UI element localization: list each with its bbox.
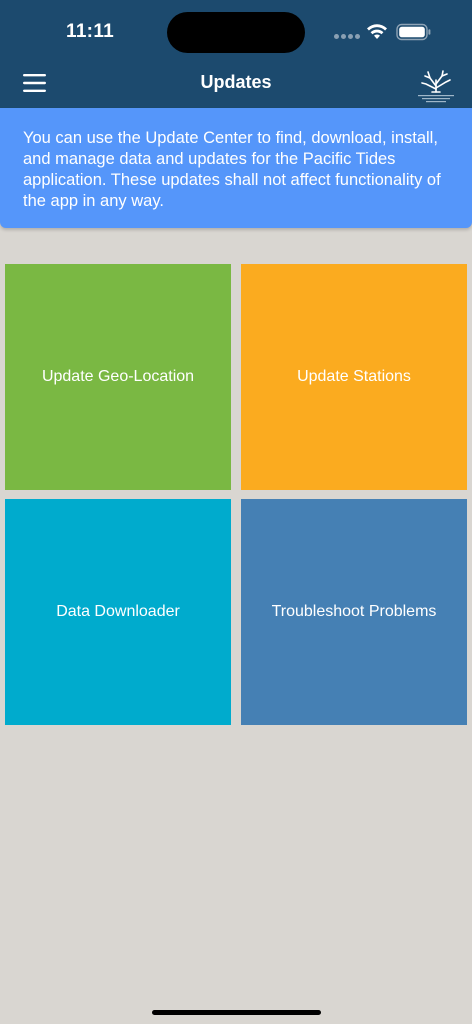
- info-banner: You can use the Update Center to find, d…: [0, 108, 472, 228]
- page-title: Updates: [200, 72, 272, 92]
- wifi-icon: [367, 24, 387, 39]
- status-time: 11:11: [66, 21, 114, 42]
- cellular-signal-icon: [334, 34, 360, 39]
- update-geo-location-button[interactable]: Update Geo-Location: [5, 264, 231, 490]
- update-stations-button[interactable]: Update Stations: [241, 264, 467, 490]
- troubleshoot-problems-button[interactable]: Troubleshoot Problems: [241, 499, 467, 725]
- battery-icon: [396, 23, 431, 41]
- data-downloader-button[interactable]: Data Downloader: [5, 499, 231, 725]
- coral-logo-icon: [418, 70, 454, 103]
- dynamic-island: [167, 12, 305, 53]
- app-header: 11:11 Updates: [0, 0, 472, 108]
- home-indicator[interactable]: [152, 1010, 321, 1015]
